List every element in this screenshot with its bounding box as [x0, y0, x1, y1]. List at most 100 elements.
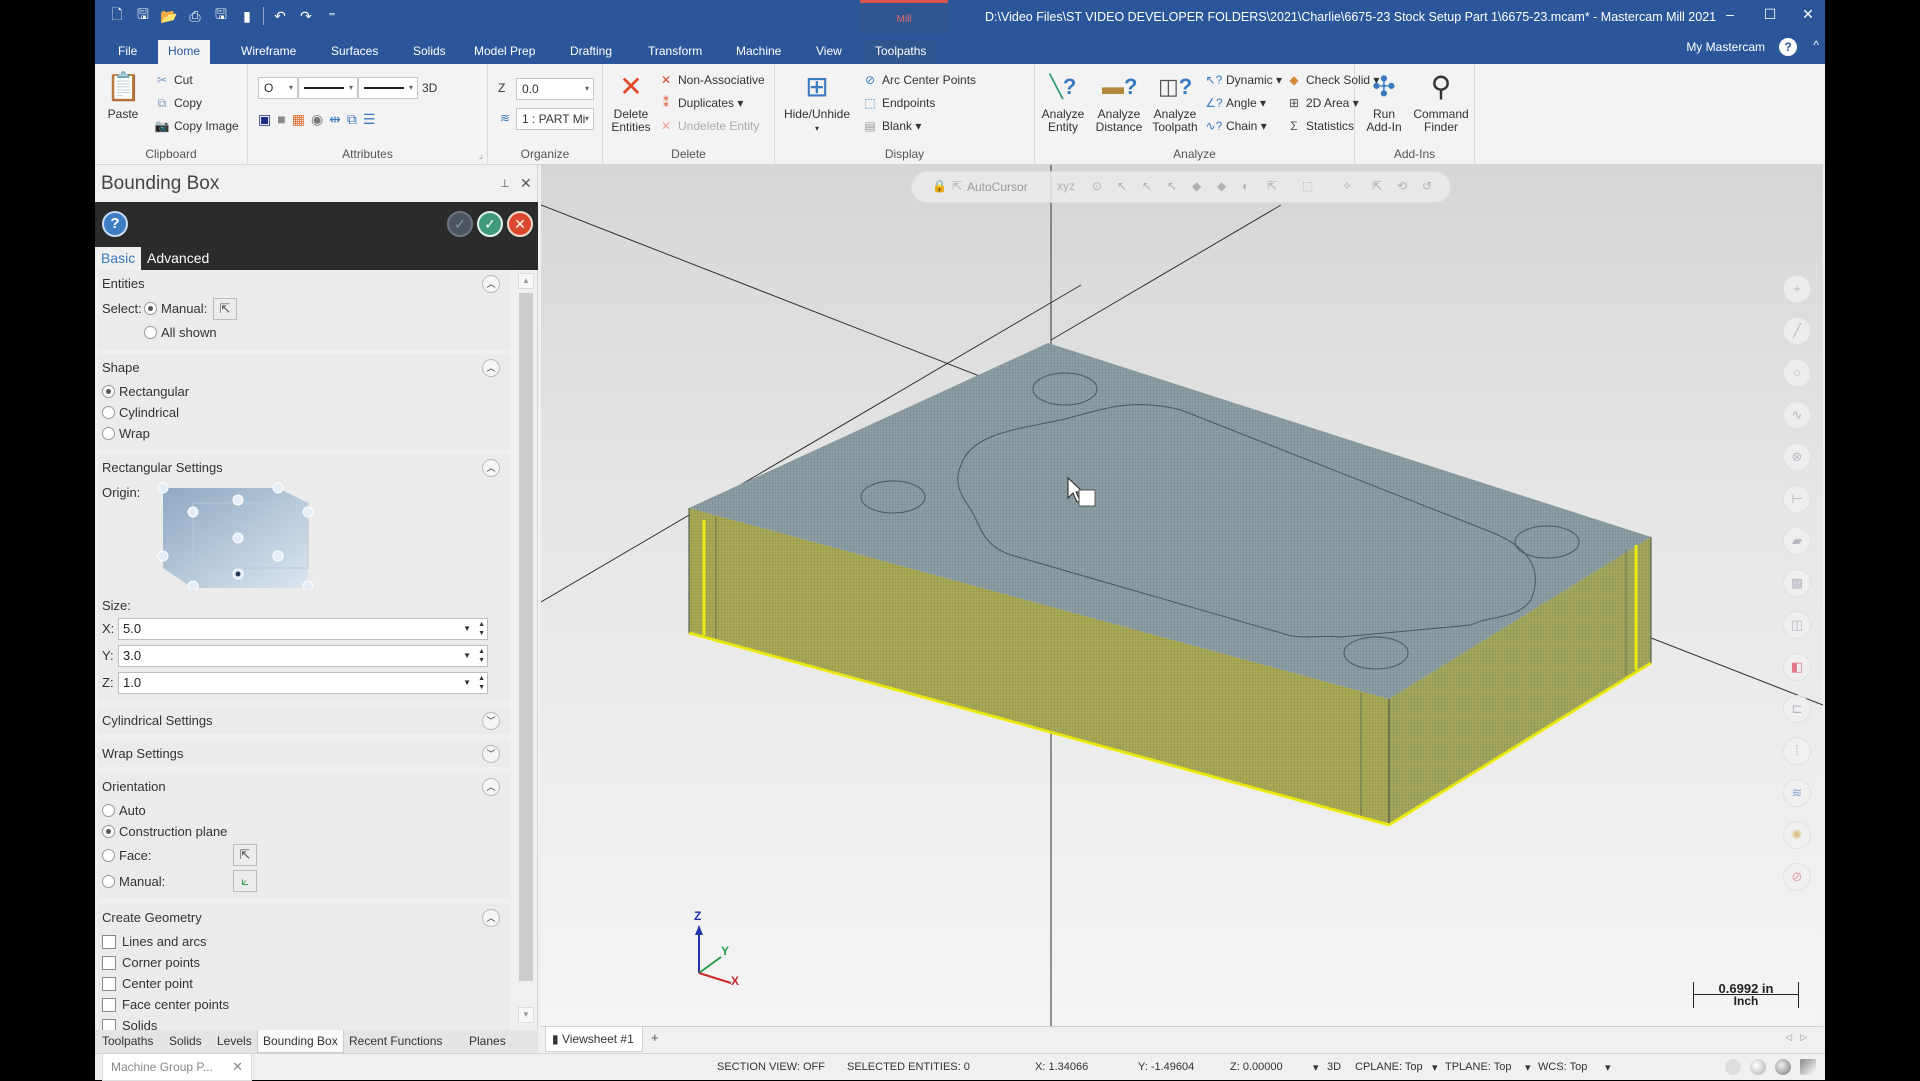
size-y-spinner[interactable]: ▲ ▼ — [478, 647, 485, 665]
autocursor-icon[interactable]: ⇱ — [952, 179, 962, 193]
duplicates-button[interactable]: ⁑ Duplicates ▾ — [657, 93, 743, 113]
tab-model-prep[interactable]: Model Prep — [464, 40, 545, 64]
line-style-dropdown[interactable]: ▾ — [298, 77, 358, 99]
undo-icon[interactable]: ↶ — [270, 6, 290, 26]
tab-file[interactable]: File — [108, 40, 147, 64]
customize-icon[interactable]: ⁼ — [322, 6, 342, 26]
command-finder-button[interactable]: ⚲ Command Finder — [1411, 70, 1471, 134]
tab-wireframe[interactable]: Wireframe — [231, 40, 306, 64]
circle-icon[interactable]: ○ — [1783, 359, 1811, 387]
radio-cylindrical[interactable]: Cylindrical — [102, 405, 179, 420]
graphics-viewport[interactable]: Z Y X 🔒 ⇱ AutoCursor xyz ⊙ ↖ ↖ ↖ ◆ ◆ ◐ ⇱… — [541, 165, 1823, 1026]
collapse-entities-icon[interactable]: ︿ — [482, 275, 500, 293]
origin-point[interactable] — [302, 580, 314, 590]
minimize-button[interactable]: – — [1715, 6, 1745, 26]
z-dropdown-icon[interactable]: ▾ — [1313, 1061, 1319, 1074]
copy-image-button[interactable]: 📷 Copy Image — [153, 116, 239, 136]
xyz-icon[interactable]: xyz — [1057, 179, 1075, 193]
wcs-dropdown-icon[interactable]: ▾ — [1605, 1061, 1611, 1074]
tab-toolpaths-manager[interactable]: Toolpaths — [97, 1030, 158, 1053]
checkbox-corner-points[interactable]: Corner points — [102, 955, 200, 970]
collapse-orientation-icon[interactable]: ︿ — [482, 778, 500, 796]
print-icon[interactable]: ⎙ — [185, 6, 205, 26]
tab-basic[interactable]: Basic — [95, 247, 142, 270]
radio-manual-orientation[interactable]: Manual: — [102, 874, 165, 889]
z-coordinate[interactable]: Z: 0.00000 — [1230, 1061, 1283, 1073]
solid-color-icon[interactable]: ■ — [277, 111, 291, 127]
undelete-entity-button[interactable]: ✕ Undelete Entity — [657, 116, 759, 136]
lock-icon[interactable]: 🔒 — [932, 179, 947, 193]
size-x-input[interactable]: 5.0 ▼ ▲ ▼ — [118, 618, 488, 640]
tab-planes-manager[interactable]: Planes — [464, 1030, 511, 1053]
tab-view[interactable]: View — [806, 40, 852, 64]
tab-machine[interactable]: Machine — [726, 40, 791, 64]
3d-mode-toggle[interactable]: 3D — [422, 78, 437, 98]
ok-button[interactable]: ✓ — [477, 211, 503, 237]
tab-drafting[interactable]: Drafting — [560, 40, 622, 64]
help-button[interactable]: ? — [102, 211, 128, 237]
surface-icon[interactable]: ▰ — [1783, 527, 1811, 555]
analyze-distance-button[interactable]: ▬? Analyze Distance — [1091, 70, 1147, 134]
select-only-icon[interactable]: ⟲ — [1397, 179, 1407, 193]
origin-point[interactable] — [272, 550, 284, 562]
snap-icon[interactable]: ⊙ — [1092, 179, 1102, 193]
ribbon-collapse-icon[interactable]: ^ — [1813, 38, 1819, 52]
change-attributes-icon[interactable]: ⧉ — [347, 111, 363, 127]
settings-icon[interactable]: ✺ — [1783, 821, 1811, 849]
endpoints-button[interactable]: ⬚ Endpoints — [861, 93, 935, 113]
z-depth-input[interactable]: 0.0 ▾ — [516, 78, 594, 100]
attribute-icon[interactable]: ⁞ — [1783, 737, 1811, 765]
origin-point[interactable] — [272, 482, 284, 494]
section-view-status[interactable]: SECTION VIEW: OFF — [717, 1061, 825, 1073]
level-icon[interactable]: ⊏ — [1783, 695, 1811, 723]
wcs-status[interactable]: WCS: Top — [1538, 1061, 1587, 1073]
chain-button[interactable]: ∿? Chain ▾ — [1205, 116, 1267, 136]
statistics-button[interactable]: Σ Statistics — [1285, 116, 1354, 136]
2d-area-button[interactable]: ⊞ 2D Area ▾ — [1285, 93, 1359, 113]
save-as-icon[interactable]: 🖫 — [211, 6, 231, 26]
pin-icon[interactable]: ⊥ — [500, 177, 510, 190]
select-mode-icon[interactable]: ⇱ — [1267, 179, 1277, 193]
tab-levels-manager[interactable]: Levels — [212, 1030, 257, 1053]
chain-select-icon[interactable]: ↖ — [1142, 179, 1152, 193]
tab-transform[interactable]: Transform — [638, 40, 712, 64]
add-viewsheet-button[interactable]: + — [651, 1030, 659, 1045]
clear-selection-icon[interactable]: ↺ — [1422, 179, 1432, 193]
radio-face[interactable]: Face: — [102, 848, 152, 863]
tab-solids-manager[interactable]: Solids — [164, 1030, 207, 1053]
origin-point[interactable] — [302, 506, 314, 518]
plane-icon[interactable]: ◫ — [1783, 611, 1811, 639]
radio-button[interactable] — [144, 302, 157, 315]
non-associative-button[interactable]: ✕ Non-Associative — [657, 70, 765, 90]
radio-auto[interactable]: Auto — [102, 803, 146, 818]
origin-point[interactable] — [232, 532, 244, 544]
save-icon[interactable]: 🖫 — [133, 6, 153, 26]
face-select-icon[interactable]: ◆ — [1217, 179, 1226, 193]
gnomon-icon[interactable]: ⟀ — [233, 870, 257, 892]
origin-picker[interactable] — [153, 478, 328, 590]
body-select-icon[interactable]: ◐ — [1242, 179, 1249, 193]
origin-point[interactable] — [157, 550, 169, 562]
window-mode-icon[interactable]: ⬚ — [1302, 179, 1313, 193]
cplane-status[interactable]: CPLANE: Top — [1355, 1061, 1423, 1073]
tplane-status[interactable]: TPLANE: Top — [1445, 1061, 1511, 1073]
select-all-icon[interactable]: ⇱ — [1372, 179, 1382, 193]
close-window-button[interactable]: ✕ — [1793, 6, 1823, 26]
cut-button[interactable]: ✂ Cut — [153, 70, 193, 90]
collapse-create-geometry-icon[interactable]: ︿ — [482, 909, 500, 927]
radio-all-shown[interactable]: All shown — [144, 325, 217, 340]
paste-button[interactable]: 📋 Paste — [103, 70, 143, 121]
material-display-icon[interactable] — [1800, 1059, 1816, 1075]
viewsheet-nav-arrows[interactable]: ◁▷ — [1785, 1032, 1815, 1043]
origin-point[interactable] — [232, 494, 244, 506]
origin-point[interactable] — [157, 482, 169, 494]
surface-color-icon[interactable]: ▦ — [292, 111, 311, 127]
model-canvas[interactable]: Z Y X — [541, 165, 1823, 1026]
tab-solids[interactable]: Solids — [403, 40, 456, 64]
wireframe-color-icon[interactable]: ▣ — [258, 111, 277, 127]
tab-advanced[interactable]: Advanced — [141, 247, 215, 270]
hide-unhide-button[interactable]: ⊞ Hide/Unhide ▾ — [781, 70, 853, 135]
panel-close-icon[interactable]: ✕ — [520, 175, 532, 192]
section-wrap-settings[interactable]: Wrap Settings ﹀ — [98, 740, 510, 767]
expand-wrap-icon[interactable]: ﹀ — [482, 745, 500, 763]
